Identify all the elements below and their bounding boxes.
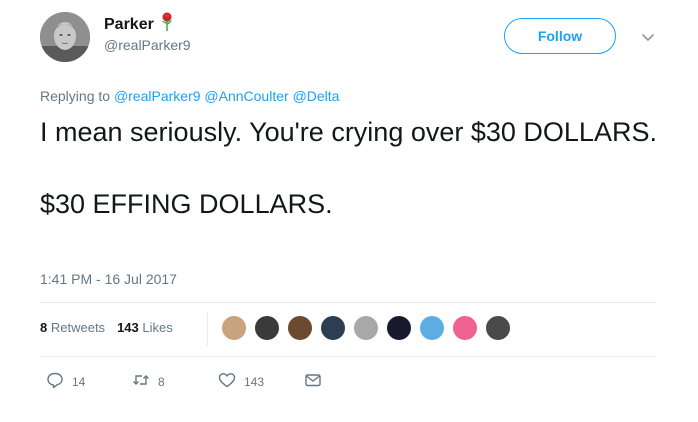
liker-avatar-8[interactable] <box>451 314 479 342</box>
liker-avatar-1[interactable] <box>220 314 248 342</box>
like-button[interactable]: 143 <box>218 371 304 392</box>
tweet-actions: 14 8 143 <box>46 371 322 392</box>
tweet-text-paragraph: $30 EFFING DOLLARS. <box>40 189 333 219</box>
liker-avatars <box>220 314 517 342</box>
display-name-text: Parker <box>104 15 154 33</box>
reply-count: 14 <box>72 374 86 389</box>
retweets-label: Retweets <box>50 320 106 335</box>
display-name[interactable]: Parker <box>104 12 174 37</box>
mention-link[interactable]: @realParker9 <box>114 88 201 104</box>
likes-count: 143 <box>117 320 139 335</box>
likes-label: Likes <box>142 320 173 335</box>
likes-stat[interactable]: 143 Likes <box>117 320 173 335</box>
tweet-text: I mean seriously. You're crying over $30… <box>40 114 660 222</box>
like-count: 143 <box>244 374 265 389</box>
reply-context-prefix: Replying to <box>40 88 111 104</box>
envelope-icon <box>304 371 322 392</box>
reply-icon <box>46 371 64 392</box>
liker-avatar-2[interactable] <box>253 314 281 342</box>
tweet-card: Parker @realParker9 Follow Replying to @… <box>0 0 698 422</box>
mention-link[interactable]: @AnnCoulter <box>204 88 288 104</box>
retweet-count: 8 <box>158 374 165 389</box>
heart-icon <box>218 371 236 392</box>
tweet-stats: 8 Retweets 143 Likes <box>40 320 173 335</box>
avatar[interactable] <box>40 12 90 62</box>
retweets-count: 8 <box>40 320 48 335</box>
chevron-down-icon[interactable] <box>640 29 656 45</box>
liker-avatar-7[interactable] <box>418 314 446 342</box>
retweets-stat[interactable]: 8 Retweets <box>40 320 105 335</box>
divider <box>40 302 657 303</box>
mention-link[interactable]: @Delta <box>293 88 340 104</box>
liker-avatar-9[interactable] <box>484 314 512 342</box>
liker-avatar-5[interactable] <box>352 314 380 342</box>
divider <box>40 356 657 357</box>
follow-button[interactable]: Follow <box>504 18 616 54</box>
stats-separator <box>207 312 208 346</box>
retweet-icon <box>132 371 150 392</box>
liker-avatar-6[interactable] <box>385 314 413 342</box>
reply-context: Replying to @realParker9 @AnnCoulter @De… <box>40 88 339 104</box>
timestamp[interactable]: 1:41 PM - 16 Jul 2017 <box>40 271 177 287</box>
direct-message-button[interactable] <box>304 371 322 392</box>
rose-icon <box>160 12 174 37</box>
liker-avatar-4[interactable] <box>319 314 347 342</box>
avatar-photo <box>40 12 90 62</box>
reply-button[interactable]: 14 <box>46 371 132 392</box>
liker-avatar-3[interactable] <box>286 314 314 342</box>
tweet-text-paragraph: I mean seriously. You're crying over $30… <box>40 117 657 147</box>
user-handle[interactable]: @realParker9 <box>104 37 191 53</box>
retweet-button[interactable]: 8 <box>132 371 218 392</box>
